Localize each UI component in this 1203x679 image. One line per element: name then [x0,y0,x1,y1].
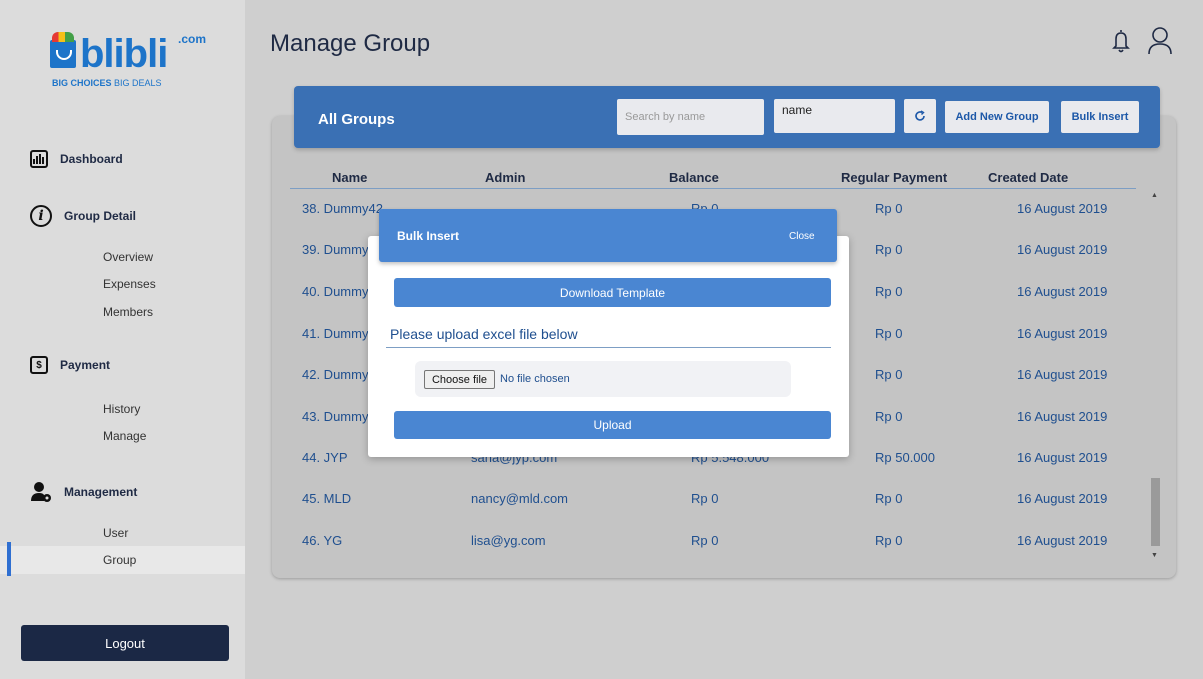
cell-created-date: 16 August 2019 [1017,409,1108,424]
modal-title: Bulk Insert [397,229,460,243]
cell-created-date: 16 August 2019 [1017,491,1108,506]
cell-name: 43. Dummy [302,409,369,424]
cell-created-date: 16 August 2019 [1017,284,1108,299]
search-input[interactable]: Search by name [617,99,764,135]
download-template-button[interactable]: Download Template [394,278,831,307]
column-header-admin[interactable]: Admin [485,170,525,185]
cell-name: 46. YG [302,533,343,548]
cell-admin: nancy@mld.com [471,491,569,506]
table-row[interactable]: 46. YG lisa@yg.com Rp 0 Rp 0 16 August 2… [0,533,1203,553]
cell-created-date: 16 August 2019 [1017,450,1108,465]
column-header-regular-payment[interactable]: Regular Payment [841,170,947,185]
logout-button[interactable]: Logout [21,625,229,661]
sort-select[interactable]: name [774,99,895,133]
scroll-thumb[interactable] [1151,478,1160,546]
refresh-button[interactable] [904,99,936,133]
shopping-bag-icon [50,40,76,68]
cell-name: 41. Dummy [302,326,369,341]
cell-name: 44. JYP [302,450,348,465]
bell-icon[interactable] [1112,28,1130,54]
logo-suffix: .com [178,32,207,46]
upload-button[interactable]: Upload [394,411,831,439]
logo-tagline: BIG CHOICES BIG DEALS [52,78,162,88]
column-header-balance[interactable]: Balance [669,170,719,185]
sidebar-item-manage[interactable]: Manage [103,429,146,443]
sidebar-item-members[interactable]: Members [103,305,153,319]
refresh-icon [915,110,925,121]
cell-balance: Rp 0 [691,491,719,506]
cell-regular-payment: Rp 0 [875,367,903,382]
file-status-text: No file chosen [500,373,570,385]
fruit-icon [52,32,74,42]
cell-balance: Rp 0 [691,533,719,548]
cell-created-date: 16 August 2019 [1017,242,1108,257]
cell-regular-payment: Rp 0 [875,409,903,424]
cell-name: 45. MLD [302,491,352,506]
cell-created-date: 16 August 2019 [1017,201,1108,216]
upload-prompt: Please upload excel file below [390,326,578,342]
cell-created-date: 16 August 2019 [1017,533,1108,548]
modal-close-button[interactable]: Close [789,231,815,242]
cell-regular-payment: Rp 0 [875,242,903,257]
cell-name: 39. Dummy [302,242,369,257]
column-header-name[interactable]: Name [332,170,367,185]
upload-divider [386,347,831,348]
table-row[interactable]: 45. MLD nancy@mld.com Rp 0 Rp 0 16 Augus… [0,491,1203,511]
blibli-logo[interactable]: blibli .com BIG CHOICES BIG DEALS [50,22,210,92]
cell-regular-payment: Rp 50.000 [875,450,935,465]
sidebar-item-group[interactable]: Group [103,553,136,567]
user-icon[interactable] [1147,26,1173,56]
sidebar-label-dashboard: Dashboard [60,152,123,166]
scroll-up-arrow-icon[interactable]: ▲ [1151,192,1158,199]
page-title: Manage Group [270,30,431,57]
card-title: All Groups [318,111,395,128]
cell-regular-payment: Rp 0 [875,284,903,299]
cell-name: 38. Dummy42 [302,201,383,216]
cell-admin: lisa@yg.com [471,533,546,548]
cell-regular-payment: Rp 0 [875,491,903,506]
logo-wordmark: blibli [80,32,168,76]
cell-created-date: 16 August 2019 [1017,367,1108,382]
sidebar-item-dashboard[interactable]: Dashboard [30,150,123,168]
cell-name: 42. Dummy [302,367,369,382]
cell-regular-payment: Rp 0 [875,326,903,341]
cell-created-date: 16 August 2019 [1017,326,1108,341]
dashboard-icon [30,150,48,168]
column-header-created-date[interactable]: Created Date [988,170,1068,185]
table-header-divider [290,188,1136,189]
cell-regular-payment: Rp 0 [875,533,903,548]
cell-regular-payment: Rp 0 [875,201,903,216]
add-new-group-button[interactable]: Add New Group [945,101,1049,133]
scroll-down-arrow-icon[interactable]: ▼ [1151,552,1158,559]
bulk-insert-button[interactable]: Bulk Insert [1061,101,1139,133]
cell-name: 40. Dummy [302,284,369,299]
choose-file-button[interactable]: Choose file [424,370,495,389]
